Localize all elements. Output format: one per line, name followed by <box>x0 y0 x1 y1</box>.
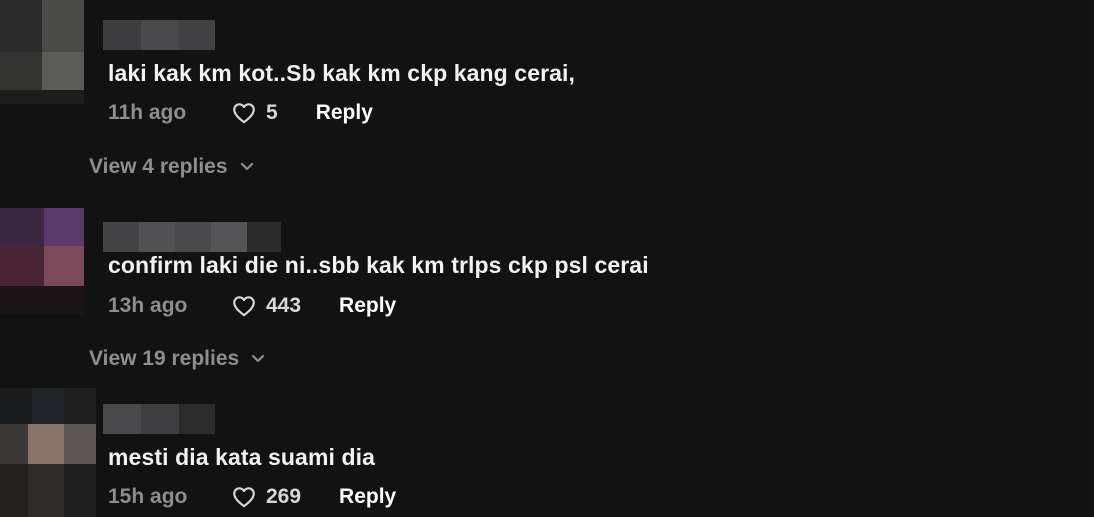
comment-text: mesti dia kata suami dia <box>108 444 376 470</box>
view-replies-label: View 19 replies <box>89 347 240 370</box>
chevron-down-icon <box>252 354 265 363</box>
like-count: 443 <box>266 294 302 317</box>
avatar[interactable] <box>0 0 84 104</box>
avatar[interactable] <box>0 388 96 517</box>
comment-time: 11h ago <box>108 101 187 124</box>
heart-outline-icon[interactable] <box>230 100 258 126</box>
heart-outline-icon[interactable] <box>230 293 258 319</box>
reply-button[interactable]: Reply <box>339 485 396 509</box>
comment-actions: 13h ago 443 Reply <box>108 293 396 319</box>
comment-time: 15h ago <box>108 485 188 508</box>
comment-time: 13h ago <box>108 294 188 317</box>
view-replies-button[interactable]: View 19 replies <box>89 347 265 371</box>
comment-text: confirm laki die ni..sbb kak km trlps ck… <box>108 252 649 278</box>
reply-button[interactable]: Reply <box>316 101 373 125</box>
like-count: 269 <box>266 485 302 508</box>
comment-actions: 15h ago 269 Reply <box>108 484 396 510</box>
comment-text: laki kak km kot..Sb kak km ckp kang cera… <box>108 60 576 86</box>
chevron-down-icon <box>240 162 253 171</box>
heart-outline-icon[interactable] <box>230 484 258 510</box>
view-replies-button[interactable]: View 4 replies <box>89 155 254 179</box>
reply-button[interactable]: Reply <box>339 294 396 318</box>
comment-actions: 11h ago 5 Reply <box>108 100 373 126</box>
like-count: 5 <box>266 101 278 124</box>
username-blurred[interactable] <box>103 404 215 434</box>
avatar[interactable] <box>0 208 84 314</box>
username-blurred[interactable] <box>103 20 215 50</box>
username-blurred[interactable] <box>103 222 281 252</box>
view-replies-label: View 4 replies <box>89 155 228 178</box>
